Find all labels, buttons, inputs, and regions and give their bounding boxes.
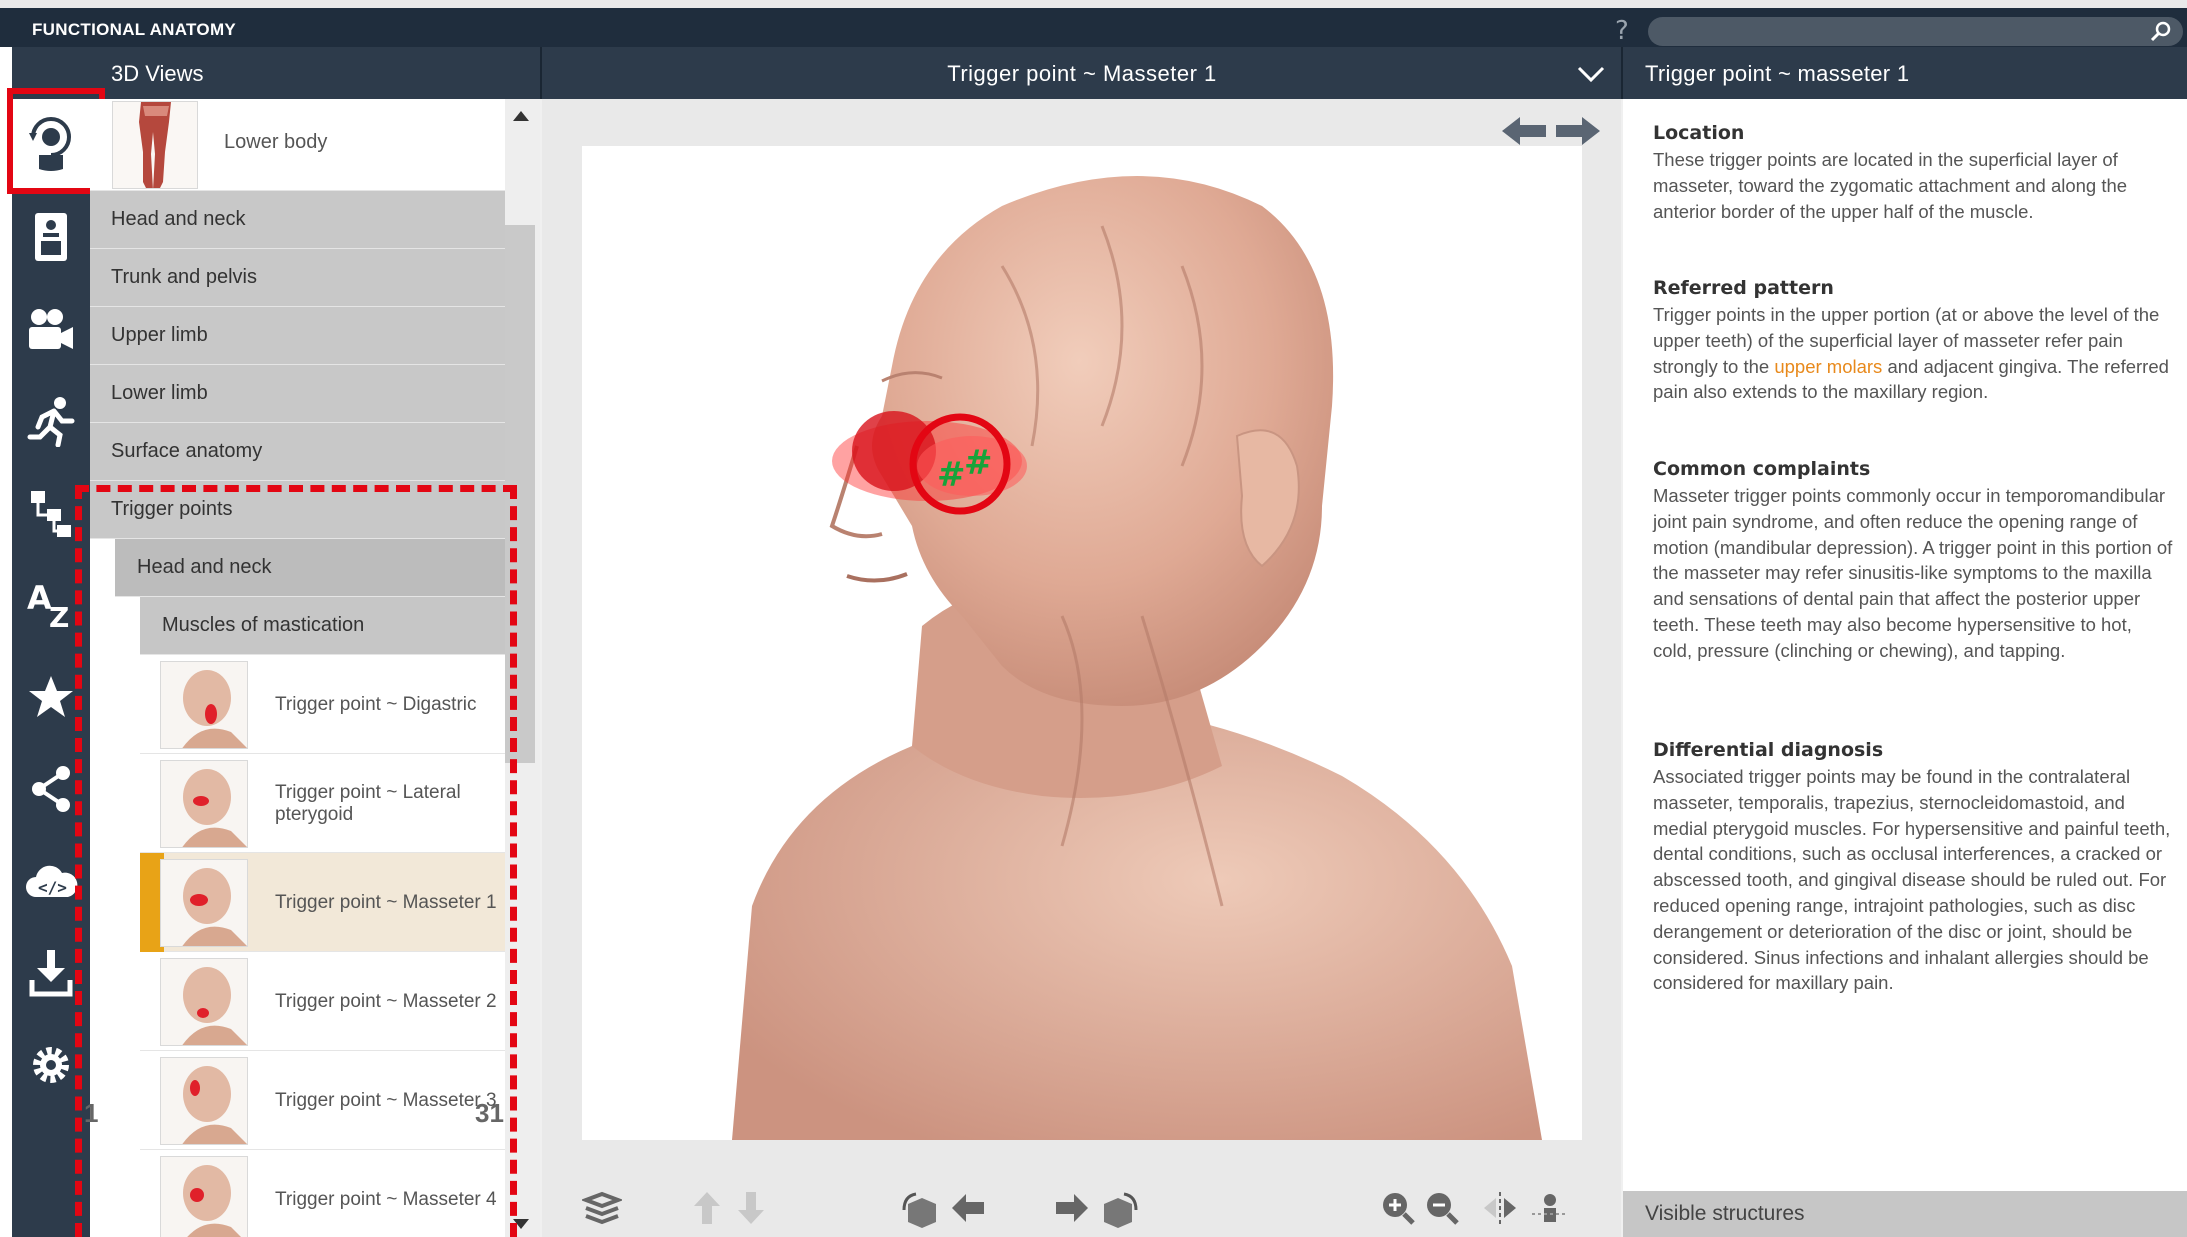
lower-body-thumbnail [112,101,198,189]
gear-icon [33,1047,69,1083]
info-panel-title: Trigger point ~ masseter 1 [1645,61,1910,86]
3d-model-canvas[interactable]: # # [582,146,1582,1140]
category-upper-limb[interactable]: Upper limb [90,307,505,365]
info-panel: Location These trigger points are locate… [1623,99,2187,1191]
video-icon [29,309,73,349]
layers-icon[interactable] [582,1190,622,1230]
section-heading: Common complaints [1653,458,1871,480]
layer-up-icon[interactable] [692,1190,722,1226]
annotation-dashed-box [75,485,517,1237]
rail-video-button[interactable] [12,283,90,375]
view-title[interactable]: Trigger point ~ Masseter 1 [542,61,1622,87]
app-title: FUNCTIONAL ANATOMY [32,20,237,39]
previous-view-icon [1502,117,1546,145]
running-man-icon [27,397,75,447]
category-lower-limb[interactable]: Lower limb [90,365,505,423]
trigger-point-mark: # [937,455,966,495]
trigger-point-mark: # [964,443,993,483]
rotate-left-icon[interactable] [900,1190,944,1234]
search-input[interactable] [1648,17,2183,46]
frame-count: 31 [475,1098,504,1128]
section-text: Associated trigger points may be found i… [1653,766,2171,994]
layer-count: 1 [84,1098,99,1128]
cloud-code-icon: </> [26,865,78,897]
section-text: Masseter trigger points commonly occur i… [1653,485,2173,661]
rail-motion-button[interactable] [12,375,90,467]
divider [1621,47,1623,99]
section-text: Trigger points in the upper portion (at … [1653,304,2169,403]
a-z-icon: A Z [27,579,69,631]
3d-viewer: # # [542,99,1621,1237]
previous-frame-icon[interactable] [950,1190,986,1226]
search-icon[interactable] [2149,20,2173,44]
atlas-icon [35,213,67,261]
star-icon [29,676,73,717]
section-differential-diagnosis: Differential diagnosis Associated trigge… [1653,739,2173,996]
svg-text:Z: Z [49,601,69,631]
chevron-down-icon[interactable] [1576,62,1606,86]
help-icon[interactable]: ? [1615,16,1629,46]
share-icon [32,766,70,812]
section-text: These trigger points are located in the … [1653,149,2128,222]
rotate-right-icon[interactable] [1096,1190,1140,1234]
svg-text:</>: </> [38,878,67,897]
section-location: Location These trigger points are locate… [1653,122,2173,224]
head-neck-model-render: # # [732,176,1542,1140]
next-view-icon [1556,117,1600,145]
category-surface-anatomy[interactable]: Surface anatomy [90,423,505,481]
section-icon[interactable] [1530,1190,1570,1230]
section-heading: Location [1653,122,1745,144]
category-head-and-neck[interactable]: Head and neck [90,191,505,249]
zoom-in-icon[interactable] [1380,1190,1416,1226]
rail-atlas-button[interactable] [12,191,90,283]
views-panel-title: 3D Views [111,61,204,86]
view-navigation-arrows[interactable] [1502,111,1602,151]
section-heading: Differential diagnosis [1653,739,1884,761]
left-edge-strip [0,47,12,1237]
section-referred-pattern: Referred pattern Trigger points in the u… [1653,277,2173,405]
visible-structures-bar[interactable]: Visible structures [1623,1191,2187,1237]
download-icon [29,950,73,997]
hierarchy-icon [31,491,71,537]
section-heading: Referred pattern [1653,277,1834,299]
layer-down-icon[interactable] [736,1190,766,1226]
top-bar: FUNCTIONAL ANATOMY ? [0,0,2187,47]
mirror-icon[interactable] [1480,1190,1520,1226]
list-item-lower-body[interactable]: Lower body [90,99,505,191]
category-trunk-and-pelvis[interactable]: Trunk and pelvis [90,249,505,307]
list-item-label: Lower body [224,131,328,153]
upper-molars-link[interactable]: upper molars [1774,356,1882,377]
viewer-toolbar [542,1184,1621,1237]
zoom-out-icon[interactable] [1424,1190,1460,1226]
next-frame-icon[interactable] [1054,1190,1090,1226]
scroll-up-icon[interactable] [511,109,531,123]
section-common-complaints: Common complaints Masseter trigger point… [1653,458,2173,664]
